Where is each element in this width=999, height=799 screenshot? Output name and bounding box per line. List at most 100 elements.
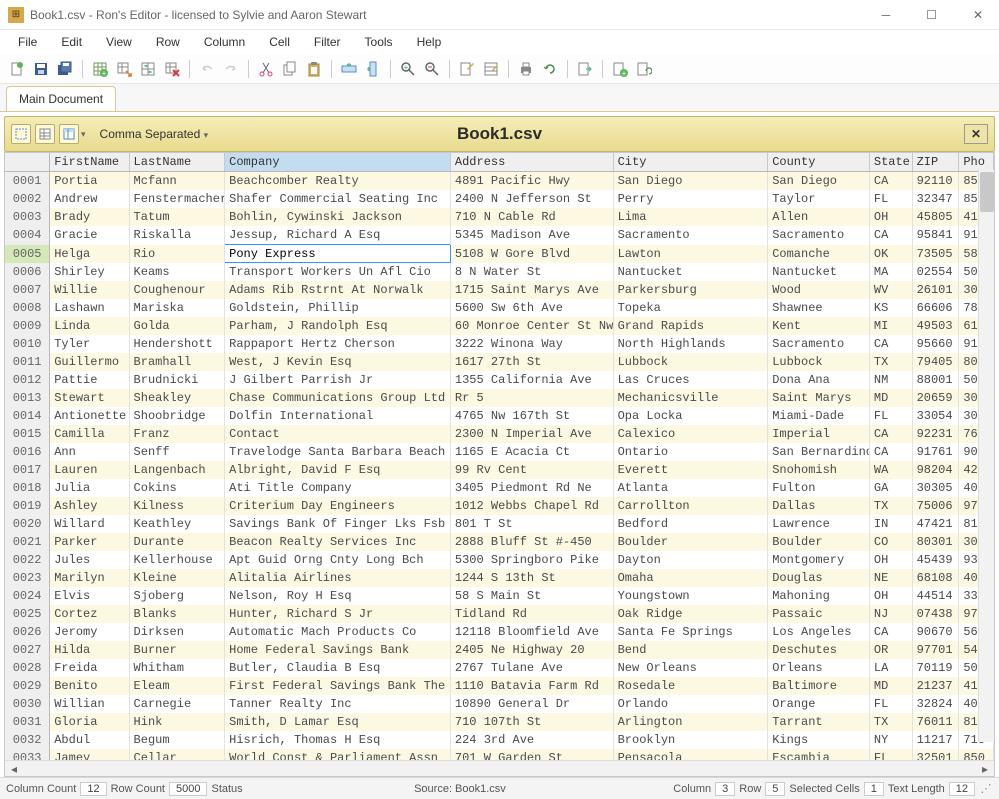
cell[interactable]: 80301 <box>912 533 959 551</box>
cell[interactable]: WA <box>869 461 912 479</box>
cell[interactable]: Hunter, Richard S Jr <box>225 605 451 623</box>
row-number[interactable]: 0008 <box>5 299 50 317</box>
close-button[interactable]: ✕ <box>965 4 991 26</box>
cell[interactable]: GA <box>869 479 912 497</box>
cell[interactable]: 1110 Batavia Farm Rd <box>450 677 613 695</box>
cell[interactable]: Perry <box>613 190 768 208</box>
cell[interactable]: Contact <box>225 425 451 443</box>
cell[interactable]: 21237 <box>912 677 959 695</box>
cell[interactable]: Hisrich, Thomas H Esq <box>225 731 451 749</box>
cell[interactable]: FL <box>869 190 912 208</box>
cell[interactable]: 32347 <box>912 190 959 208</box>
row-number[interactable]: 0026 <box>5 623 50 641</box>
cell[interactable]: 95660 <box>912 335 959 353</box>
cell[interactable]: 5300 Springboro Pike <box>450 551 613 569</box>
cell-editor[interactable] <box>225 246 450 262</box>
cell[interactable]: 4765 Nw 167th St <box>450 407 613 425</box>
row-number[interactable]: 0006 <box>5 263 50 282</box>
cell[interactable]: TX <box>869 497 912 515</box>
cell[interactable]: Hendershott <box>129 335 225 353</box>
copy-icon[interactable] <box>279 58 301 80</box>
cell[interactable]: 1165 E Acacia Ct <box>450 443 613 461</box>
cell[interactable]: Andrew <box>50 190 129 208</box>
cell[interactable]: Durante <box>129 533 225 551</box>
refresh-icon[interactable] <box>539 58 561 80</box>
cell[interactable]: CA <box>869 226 912 245</box>
cell[interactable]: Brooklyn <box>613 731 768 749</box>
cell[interactable]: 1355 California Ave <box>450 371 613 389</box>
cell[interactable]: Parkersburg <box>613 281 768 299</box>
cell[interactable]: Grand Rapids <box>613 317 768 335</box>
table-row[interactable]: 0001PortiaMcfannBeachcomber Realty4891 P… <box>5 172 994 191</box>
row-number[interactable]: 0016 <box>5 443 50 461</box>
row-number[interactable]: 0020 <box>5 515 50 533</box>
cell[interactable]: Albright, David F Esq <box>225 461 451 479</box>
cell[interactable]: Abdul <box>50 731 129 749</box>
cell[interactable]: 701 W Garden St <box>450 749 613 760</box>
cell[interactable]: Riskalla <box>129 226 225 245</box>
cell[interactable]: Ashley <box>50 497 129 515</box>
cell[interactable]: Cokins <box>129 479 225 497</box>
row-number[interactable]: 0017 <box>5 461 50 479</box>
table-row[interactable]: 0031GloriaHinkSmith, D Lamar Esq710 107t… <box>5 713 994 731</box>
horizontal-scrollbar[interactable]: ◂▸ <box>5 760 994 776</box>
grid-swap-icon[interactable] <box>137 58 159 80</box>
cell[interactable]: OK <box>869 245 912 263</box>
cell[interactable]: 07438 <box>912 605 959 623</box>
table-row[interactable]: 0005HelgaRio5108 W Gore BlvdLawtonComanc… <box>5 245 994 263</box>
table-row[interactable]: 0030WillianCarnegieTanner Realty Inc1089… <box>5 695 994 713</box>
print-icon[interactable] <box>515 58 537 80</box>
cell[interactable]: Savings Bank Of Finger Lks Fsb <box>225 515 451 533</box>
cell[interactable]: Blanks <box>129 605 225 623</box>
cell[interactable]: Boulder <box>613 533 768 551</box>
row-number[interactable]: 0025 <box>5 605 50 623</box>
cell[interactable]: 11217 <box>912 731 959 749</box>
cell[interactable]: Begum <box>129 731 225 749</box>
cell[interactable]: 2400 N Jefferson St <box>450 190 613 208</box>
cell[interactable]: Transport Workers Un Afl Cio <box>225 263 451 282</box>
menu-edit[interactable]: Edit <box>51 31 92 53</box>
cell[interactable]: Bedford <box>613 515 768 533</box>
cell[interactable]: Shafer Commercial Seating Inc <box>225 190 451 208</box>
new-file-icon[interactable] <box>6 58 28 80</box>
cell[interactable]: Bohlin, Cywinski Jackson <box>225 208 451 226</box>
cell[interactable]: Wood <box>768 281 870 299</box>
cell[interactable]: Hilda <box>50 641 129 659</box>
cell[interactable]: 801 T St <box>450 515 613 533</box>
row-number[interactable]: 0029 <box>5 677 50 695</box>
cell[interactable]: 20659 <box>912 389 959 407</box>
cell[interactable]: Alitalia Airlines <box>225 569 451 587</box>
cell[interactable]: Montgomery <box>768 551 870 569</box>
cell[interactable]: Kent <box>768 317 870 335</box>
table-row[interactable]: 0022JulesKellerhouseApt Guid Orng Cnty L… <box>5 551 994 569</box>
cell[interactable]: 79405 <box>912 353 959 371</box>
cell[interactable]: 45439 <box>912 551 959 569</box>
cell[interactable]: 02554 <box>912 263 959 282</box>
cell[interactable]: Nantucket <box>613 263 768 282</box>
table-row[interactable]: 0010TylerHendershottRappaport Hertz Cher… <box>5 335 994 353</box>
cell[interactable]: San Bernardino <box>768 443 870 461</box>
cell[interactable]: KS <box>869 299 912 317</box>
table-row[interactable]: 0020WillardKeathleySavings Bank Of Finge… <box>5 515 994 533</box>
cell[interactable]: 60 Monroe Center St Nw <box>450 317 613 335</box>
row-number[interactable]: 0028 <box>5 659 50 677</box>
cell[interactable]: NM <box>869 371 912 389</box>
sheet-add-icon[interactable]: + <box>609 58 631 80</box>
format-selector[interactable]: Comma Separated ▾ <box>100 127 209 141</box>
select-mode-icon[interactable] <box>11 124 31 144</box>
cell[interactable]: Ann <box>50 443 129 461</box>
table-row[interactable]: 0026JeromyDirksenAutomatic Mach Products… <box>5 623 994 641</box>
cell[interactable]: Rappaport Hertz Cherson <box>225 335 451 353</box>
row-number[interactable]: 0009 <box>5 317 50 335</box>
row-number[interactable]: 0003 <box>5 208 50 226</box>
cell[interactable]: Beachcomber Realty <box>225 172 451 191</box>
cell[interactable]: OR <box>869 641 912 659</box>
cell[interactable]: Mcfann <box>129 172 225 191</box>
cell[interactable]: Dallas <box>768 497 870 515</box>
cell[interactable]: Chase Communications Group Ltd <box>225 389 451 407</box>
row-number[interactable]: 0021 <box>5 533 50 551</box>
cell[interactable]: 73505 <box>912 245 959 263</box>
cell[interactable]: 30305 <box>912 479 959 497</box>
cell[interactable]: Bend <box>613 641 768 659</box>
cell[interactable]: 33054 <box>912 407 959 425</box>
